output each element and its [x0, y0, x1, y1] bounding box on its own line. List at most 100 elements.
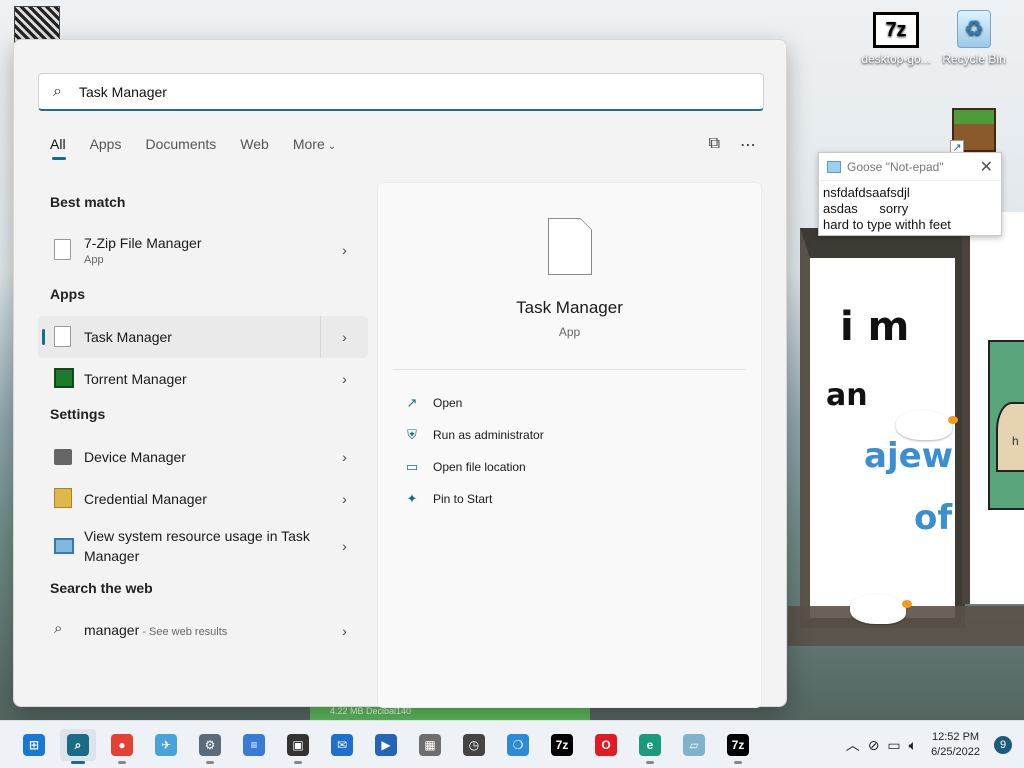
tab-documents[interactable]: Documents [145, 136, 216, 160]
result-7zip-file-manager[interactable]: 7-Zip File Manager App › [38, 224, 368, 276]
goose-sprite[interactable] [896, 410, 958, 440]
chevron-up-icon[interactable]: ︿ [846, 735, 860, 755]
preview-title: Task Manager [516, 298, 623, 317]
result-name: Task Manager [84, 329, 172, 345]
running-indicator [206, 761, 214, 764]
chevron-right-icon[interactable]: › [320, 358, 368, 400]
meme-text: of [914, 498, 953, 538]
section-apps: Apps [50, 286, 85, 302]
notepad2-icon: ▱ [683, 734, 705, 756]
result-device-manager[interactable]: Device Manager › [38, 436, 368, 478]
recycle-bin-label: Recycle Bin [942, 52, 1006, 66]
chrome-icon: ● [111, 734, 133, 756]
result-name: Torrent Manager [84, 371, 187, 387]
result-web-search[interactable]: ⌕ manager - See web results › [38, 610, 368, 652]
volume-icon[interactable]: 🔈︎ [909, 737, 917, 754]
mail-icon: ✉ [331, 734, 353, 756]
result-name: View system resource usage in Task Manag… [84, 528, 310, 564]
clock-date: 6/25/2022 [931, 746, 980, 758]
action-open-file-location[interactable]: ▭ Open file location [404, 451, 544, 483]
web-query: manager [84, 622, 140, 638]
clock[interactable]: 12:52 PM 6/25/2022 [931, 730, 980, 760]
result-type: App [84, 254, 104, 266]
chevron-right-icon[interactable]: › [320, 520, 368, 572]
desktop-shortcut-7zip[interactable]: 7z desktop-go... [858, 12, 934, 66]
chevron-right-icon[interactable]: › [320, 436, 368, 478]
taskbar-tips-button[interactable]: ❍ [500, 729, 536, 761]
notepad-text[interactable]: nsfdafdsaafsdjl asdas sorry hard to type… [819, 181, 1001, 235]
taskbar-store-button[interactable]: ▣ [280, 729, 316, 764]
action-run-as-admin[interactable]: ⛨ Run as administrator [404, 419, 544, 451]
calculator-icon: ▦ [419, 734, 441, 756]
goose-sprite[interactable] [850, 594, 912, 624]
tab-all[interactable]: All [50, 136, 66, 160]
chevron-right-icon[interactable]: › [320, 316, 368, 358]
result-torrent-manager[interactable]: Torrent Manager › [38, 358, 368, 400]
file-icon [548, 218, 592, 275]
file-icon [54, 326, 74, 348]
close-icon[interactable]: ✕ [980, 157, 993, 177]
share-icon[interactable]: ⧉ [709, 135, 720, 155]
preview-type: App [558, 325, 581, 339]
filter-tabs: All Apps Documents Web More ⌄ [50, 136, 360, 160]
running-indicator [734, 761, 742, 764]
running-indicator [646, 761, 654, 764]
tab-apps[interactable]: Apps [90, 136, 122, 160]
result-task-manager[interactable]: Task Manager › [38, 316, 368, 358]
shield-icon: ⛨ [407, 427, 417, 442]
folder-icon: ▭ [405, 459, 419, 474]
taskbar-maps-button[interactable]: ✈ [148, 729, 184, 761]
preview-pane: Task Manager App ↗ Open ⛨ Run as adminis… [377, 182, 762, 708]
tab-more[interactable]: More ⌄ [293, 136, 336, 160]
result-name: 7-Zip File Manager [84, 235, 202, 251]
taskbar-notepad-button[interactable]: ≡ [236, 729, 272, 761]
search-icon: ⌕ [54, 620, 63, 637]
result-name: Device Manager [84, 449, 186, 465]
taskbar-opera-button[interactable]: O [588, 729, 624, 761]
taskbar-powerautomate-button[interactable]: ▶ [368, 729, 404, 761]
taskbar-clock-button[interactable]: ◷ [456, 729, 492, 761]
monitor-icon [54, 535, 74, 557]
more-options-icon[interactable]: ⋯ [740, 135, 756, 155]
notepad-title: Goose "Not-epad" [847, 159, 944, 174]
edge-icon: e [639, 734, 661, 756]
system-tray: ︿ ⊘ ▭ 🔈︎ 12:52 PM 6/25/2022 9 [846, 721, 1012, 768]
display-icon[interactable]: ▭ [887, 737, 900, 754]
search-box[interactable]: ⌕ [38, 73, 764, 111]
action-pin-to-start[interactable]: ✦ Pin to Start [404, 483, 544, 515]
taskbar-start-button[interactable]: ⊞ [16, 729, 52, 761]
chevron-right-icon[interactable]: › [320, 224, 368, 276]
notepad-icon [827, 160, 841, 173]
taskbar-7zip2-button[interactable]: 7z [720, 729, 756, 764]
taskbar-mail-button[interactable]: ✉ [324, 729, 360, 761]
taskbar-7zip-button[interactable]: 7z [544, 729, 580, 761]
taskbar: ⊞ ⌕ ● ✈ ⚙ ≡ ▣ ✉ ▶ ▦ ◷ ❍ 7z Oe ▱ 7z ︿ ⊘ ▭ 🔈︎ 12:52 PM 6/… [0, 720, 1024, 768]
taskbar-settings-button[interactable]: ⚙ [192, 729, 228, 764]
action-open[interactable]: ↗ Open [404, 387, 544, 419]
tab-web[interactable]: Web [240, 136, 269, 160]
desktop-recycle-bin[interactable]: ♻ Recycle Bin [936, 10, 1012, 66]
section-best-match: Best match [50, 194, 126, 210]
result-credential-manager[interactable]: Credential Manager › [38, 478, 368, 520]
desktop-shortcut-label: desktop-go... [861, 52, 931, 66]
goose-notepad-window[interactable]: Goose "Not-epad" ✕ nsfdafdsaafsdjl asdas… [818, 152, 1002, 236]
search-input[interactable] [79, 83, 719, 100]
taskbar-edge-button[interactable]: e [632, 729, 668, 764]
chevron-right-icon[interactable]: › [320, 478, 368, 520]
tips-icon: ❍ [507, 734, 529, 756]
result-view-resource-usage[interactable]: View system resource usage in Task Manag… [38, 520, 368, 572]
goose-meme-window-2: h [962, 212, 1024, 604]
meme-text: an [826, 378, 868, 413]
taskbar-calculator-button[interactable]: ▦ [412, 729, 448, 761]
taskbar-chrome-button[interactable]: ● [104, 729, 140, 764]
meme-strip [788, 606, 1024, 646]
chevron-right-icon[interactable]: › [320, 610, 368, 652]
network-off-icon[interactable]: ⊘ [868, 737, 880, 754]
store-icon: ▣ [287, 734, 309, 756]
7zip-icon: 7z [873, 12, 919, 48]
taskbar-search-button[interactable]: ⌕ [60, 729, 96, 764]
notification-badge[interactable]: 9 [994, 736, 1012, 754]
search-icon: ⌕ [67, 734, 89, 756]
search-panel: ⌕ All Apps Documents Web More⌄ ⧉ ⋯ Best … [13, 39, 787, 708]
taskbar-notepad2-button[interactable]: ▱ [676, 729, 712, 761]
